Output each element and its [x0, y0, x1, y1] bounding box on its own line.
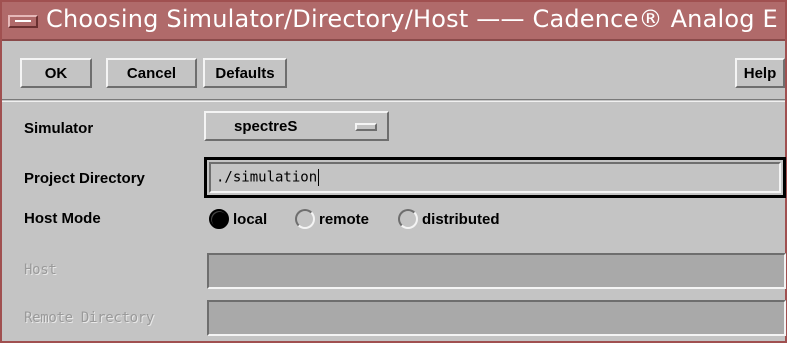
radio-distributed-label: distributed	[422, 210, 500, 228]
radio-remote[interactable]: remote	[295, 208, 369, 230]
remote-directory-label: Remote Directory	[24, 310, 155, 326]
window-menu-button[interactable]	[8, 15, 38, 28]
remote-directory-field	[207, 300, 786, 336]
separator	[2, 99, 785, 102]
dialog-window: Choosing Simulator/Directory/Host —— Cad…	[0, 0, 787, 343]
radio-distributed[interactable]: distributed	[398, 208, 500, 230]
project-directory-field[interactable]: ./simulation	[204, 157, 786, 198]
simulator-label: Simulator	[24, 120, 94, 137]
defaults-button[interactable]: Defaults	[203, 58, 287, 88]
radio-unselected-icon	[398, 209, 418, 229]
help-button[interactable]: Help	[735, 58, 785, 88]
window-title: Choosing Simulator/Directory/Host —— Cad…	[46, 5, 778, 33]
host-label: Host	[24, 262, 57, 278]
radio-remote-label: remote	[319, 210, 370, 228]
button-bar: OK Cancel Defaults Help	[2, 43, 785, 99]
text-cursor	[318, 169, 320, 186]
project-directory-label: Project Directory	[24, 170, 145, 187]
simulator-value: spectreS	[234, 118, 298, 135]
simulator-cyclic-field[interactable]: spectreS	[204, 111, 389, 141]
project-directory-value: ./simulation	[216, 169, 318, 186]
radio-local-label: local	[233, 210, 268, 228]
cancel-button[interactable]: Cancel	[106, 58, 197, 88]
cyclic-indicator-icon	[355, 123, 377, 131]
radio-unselected-icon	[295, 209, 315, 229]
host-mode-label: Host Mode	[24, 210, 101, 227]
radio-selected-icon	[209, 209, 229, 229]
title-bar[interactable]: Choosing Simulator/Directory/Host —— Cad…	[2, 2, 785, 41]
host-field	[207, 253, 786, 289]
radio-local[interactable]: local	[209, 208, 267, 230]
ok-button[interactable]: OK	[20, 58, 92, 88]
